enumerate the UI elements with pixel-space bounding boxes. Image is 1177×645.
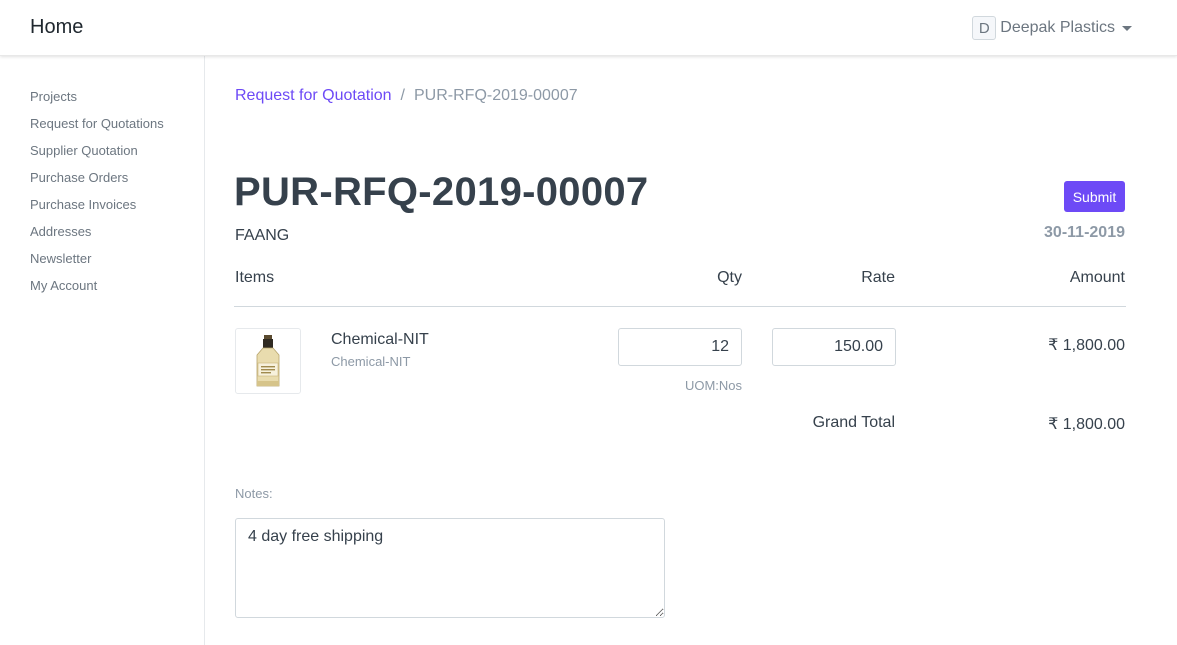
sidebar: Projects Request for Quotations Supplier… (0, 56, 205, 645)
sidebar-item-newsletter[interactable]: Newsletter (30, 251, 91, 266)
supplier-name: FAANG (235, 227, 290, 244)
item-amount: ₹ 1,800.00 (1048, 337, 1125, 354)
user-menu-dropdown[interactable]: D Deepak Plastics (972, 16, 1132, 40)
page-title: PUR-RFQ-2019-00007 (234, 170, 649, 214)
rate-input[interactable] (772, 328, 896, 366)
top-navbar: Home D Deepak Plastics (0, 0, 1177, 56)
sidebar-item-projects[interactable]: Projects (30, 89, 77, 104)
sidebar-item-purchase-orders[interactable]: Purchase Orders (30, 170, 128, 185)
column-header-qty: Qty (717, 269, 742, 286)
sidebar-item-my-account[interactable]: My Account (30, 278, 97, 293)
sidebar-item-request-for-quotations[interactable]: Request for Quotations (30, 116, 164, 131)
sidebar-item-purchase-invoices[interactable]: Purchase Invoices (30, 197, 136, 212)
bottle-icon (256, 335, 280, 387)
notes-label: Notes: (235, 486, 273, 501)
item-image (235, 328, 301, 394)
document-date: 30-11-2019 (1044, 224, 1125, 241)
item-name: Chemical-NIT (331, 331, 429, 348)
column-header-items: Items (235, 269, 275, 286)
breadcrumb-separator: / (400, 87, 405, 104)
column-header-amount: Amount (1069, 269, 1125, 286)
item-code: Chemical-NIT (331, 354, 411, 369)
column-header-rate: Rate (861, 269, 895, 286)
submit-button[interactable]: Submit (1064, 181, 1125, 212)
breadcrumb: Request for Quotation / PUR-RFQ-2019-000… (235, 87, 578, 105)
breadcrumb-current: PUR-RFQ-2019-00007 (414, 87, 578, 104)
uom-label: UOM:Nos (684, 378, 742, 393)
user-name: Deepak Plastics (1000, 19, 1115, 36)
sidebar-item-addresses[interactable]: Addresses (30, 224, 91, 239)
grand-total-label: Grand Total (812, 414, 895, 431)
table-divider (234, 306, 1126, 307)
caret-down-icon (1122, 26, 1132, 31)
qty-input[interactable] (618, 328, 742, 366)
grand-total-value: ₹ 1,800.00 (1048, 416, 1125, 433)
home-link[interactable]: Home (30, 16, 83, 39)
breadcrumb-parent-link[interactable]: Request for Quotation (235, 87, 392, 105)
sidebar-item-supplier-quotation[interactable]: Supplier Quotation (30, 143, 138, 158)
notes-textarea[interactable]: 4 day free shipping (235, 518, 665, 618)
avatar: D (972, 16, 997, 40)
